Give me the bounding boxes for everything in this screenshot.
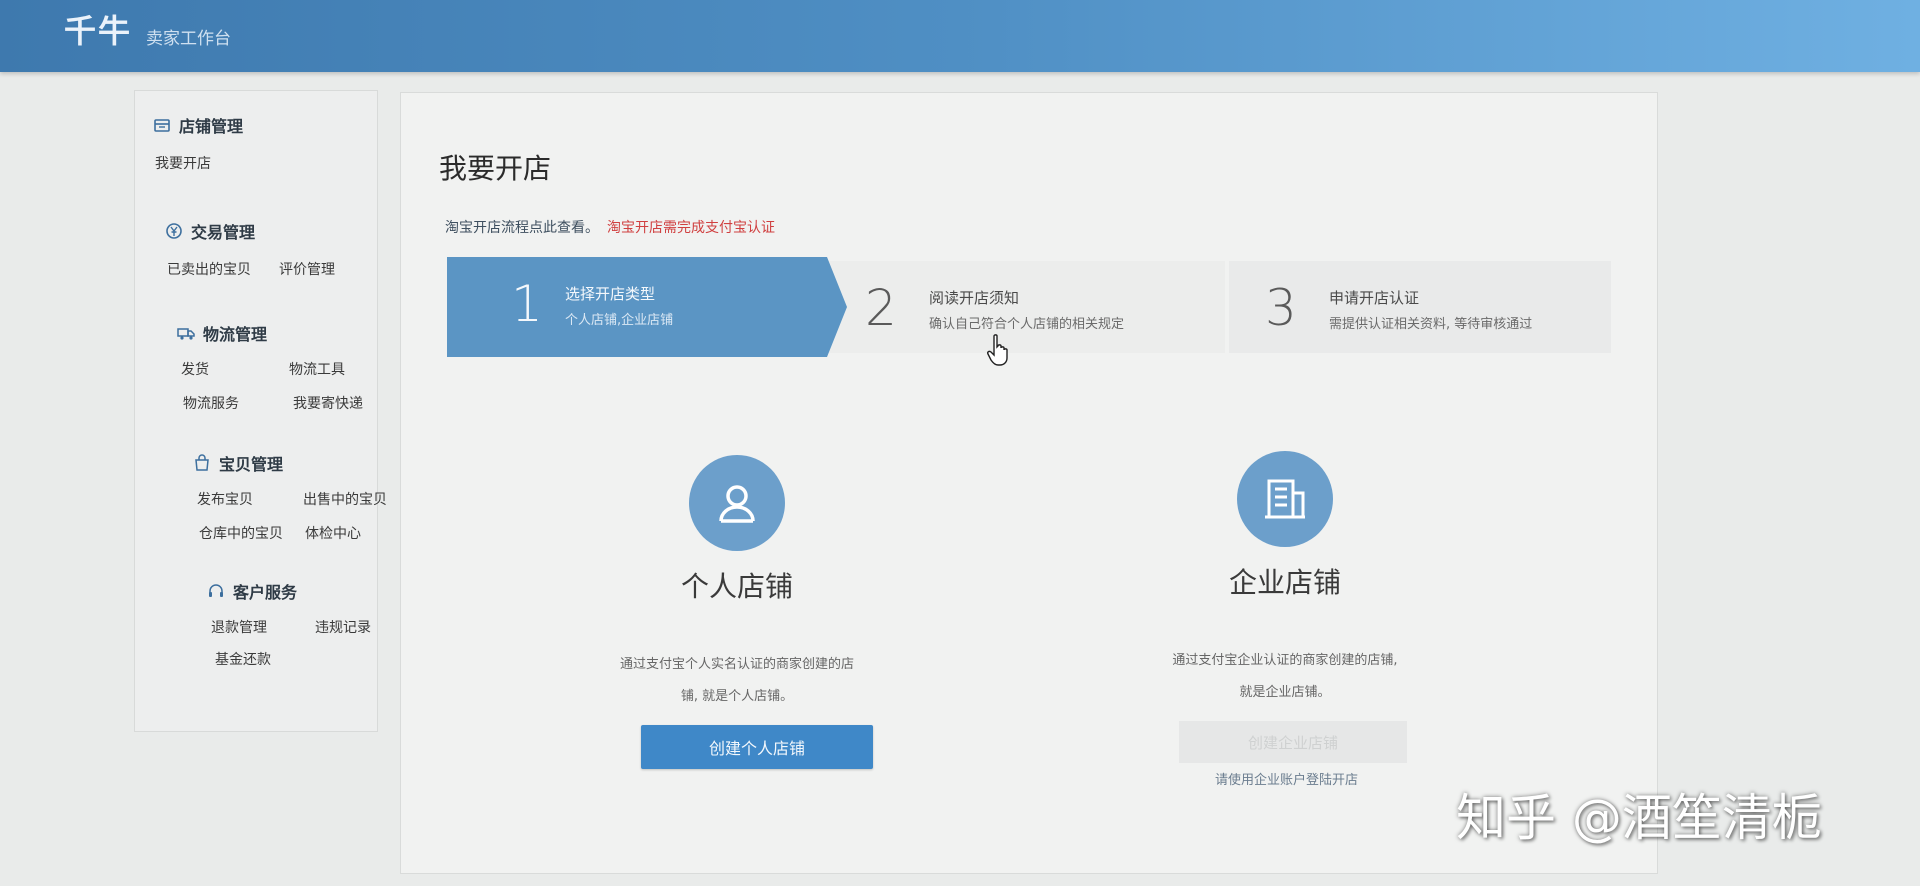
step-number: 1 [511, 275, 543, 333]
sidebar-item-logistics-tools[interactable]: 物流工具 [289, 359, 345, 379]
alipay-warning: 淘宝开店需完成支付宝认证 [607, 220, 775, 236]
sidebar-section-logistics: 物流管理 [177, 321, 267, 345]
step-3: 3 申请开店认证 需提供认证相关资料, 等待审核通过 [1229, 261, 1611, 353]
sidebar-section-items: 宝贝管理 [193, 451, 283, 475]
enterprise-shop-description: 通过支付宝企业认证的商家创建的店铺, 就是企业店铺。 [1172, 653, 1398, 700]
sidebar-item-send-express[interactable]: 我要寄快递 [293, 393, 363, 413]
step-number: 3 [1265, 279, 1297, 337]
sidebar-item-open-shop[interactable]: 我要开店 [155, 153, 211, 173]
step-description: 确认自己符合个人店铺的相关规定 [929, 317, 1125, 332]
sidebar-item-reviews[interactable]: 评价管理 [279, 259, 335, 279]
step-title: 选择开店类型 [565, 285, 656, 303]
building-icon [1237, 451, 1333, 547]
step-title: 申请开店认证 [1329, 289, 1420, 307]
top-bar: 千牛 卖家工作台 [0, 0, 1920, 72]
personal-shop-description: 通过支付宝个人实名认证的商家创建的店铺, 就是个人店铺。 [619, 657, 854, 704]
create-enterprise-shop-button[interactable]: 创建企业店铺 [1179, 721, 1407, 763]
page-title: 我要开店 [439, 152, 552, 185]
sidebar-item-warehouse[interactable]: 仓库中的宝贝 [199, 523, 283, 543]
sidebar-section-title: 交易管理 [191, 223, 256, 242]
truck-icon [177, 328, 195, 340]
sidebar-section-title: 店铺管理 [179, 117, 244, 136]
step-1-active: 1 选择开店类型 个人店铺,企业店铺 [447, 257, 847, 357]
enterprise-shop-title: 企业店铺 [1228, 566, 1341, 599]
sidebar-item-health-check[interactable]: 体检中心 [305, 523, 361, 543]
sidebar-section-title: 客户服务 [233, 583, 298, 602]
step-progress: 2 阅读开店须知 确认自己符合个人店铺的相关规定 3 申请开店认证 需提供认证相… [447, 257, 1611, 357]
app-logo[interactable]: 千牛 [64, 6, 132, 52]
personal-shop-title: 个人店铺 [680, 570, 793, 603]
sidebar-section-trade: 交易管理 [165, 219, 255, 243]
hand-cursor-icon [987, 334, 1008, 366]
personal-shop-card: 个人店铺 通过支付宝个人实名认证的商家创建的店铺, 就是个人店铺。 [557, 455, 917, 713]
sidebar-section-shop: 店铺管理 [153, 113, 243, 137]
step-title: 阅读开店须知 [929, 289, 1020, 307]
sidebar-section-title: 物流管理 [203, 325, 268, 344]
enterprise-shop-card: 企业店铺 通过支付宝企业认证的商家创建的店铺, 就是企业店铺。 [1105, 451, 1465, 709]
step-description: 个人店铺,企业店铺 [565, 313, 674, 328]
sidebar-item-on-sale[interactable]: 出售中的宝贝 [303, 489, 387, 509]
sidebar-item-violations[interactable]: 违规记录 [315, 617, 371, 637]
watermark: 知乎 @酒笙清栀 [1456, 789, 1822, 847]
sidebar-item-fund-repay[interactable]: 基金还款 [215, 649, 271, 669]
step-number: 2 [865, 279, 897, 337]
sidebar-section-title: 宝贝管理 [219, 455, 284, 474]
sidebar: 店铺管理 我要开店 交易管理 已卖出的宝贝 评价管理 物流管理 发货 物流工具 … [134, 90, 387, 732]
create-personal-shop-button[interactable]: 创建个人店铺 [641, 725, 873, 769]
sidebar-item-ship[interactable]: 发货 [181, 359, 209, 379]
person-icon [689, 455, 785, 551]
bag-icon [195, 454, 209, 471]
step-description: 需提供认证相关资料, 等待审核通过 [1329, 317, 1533, 332]
notice-line: 淘宝开店流程点此查看。 淘宝开店需完成支付宝认证 [445, 217, 775, 237]
step-2: 2 阅读开店须知 确认自己符合个人店铺的相关规定 [829, 261, 1225, 353]
enterprise-login-hint: 请使用企业账户登陆开店 [1215, 773, 1359, 788]
sidebar-item-sold[interactable]: 已卖出的宝贝 [167, 259, 251, 279]
yen-icon [166, 223, 182, 239]
main-panel: 我要开店 淘宝开店流程点此查看。 淘宝开店需完成支付宝认证 2 阅读开店须知 确认… [400, 92, 1658, 874]
sidebar-item-refund[interactable]: 退款管理 [211, 617, 267, 637]
app-subtitle: 卖家工作台 [146, 29, 231, 49]
shop-icon [154, 119, 170, 132]
process-link[interactable]: 淘宝开店流程点此查看。 [445, 220, 599, 236]
sidebar-section-customer: 客户服务 [207, 579, 297, 603]
headset-icon [209, 584, 223, 597]
sidebar-item-publish[interactable]: 发布宝贝 [197, 489, 253, 509]
sidebar-item-logistics-service[interactable]: 物流服务 [183, 393, 239, 413]
